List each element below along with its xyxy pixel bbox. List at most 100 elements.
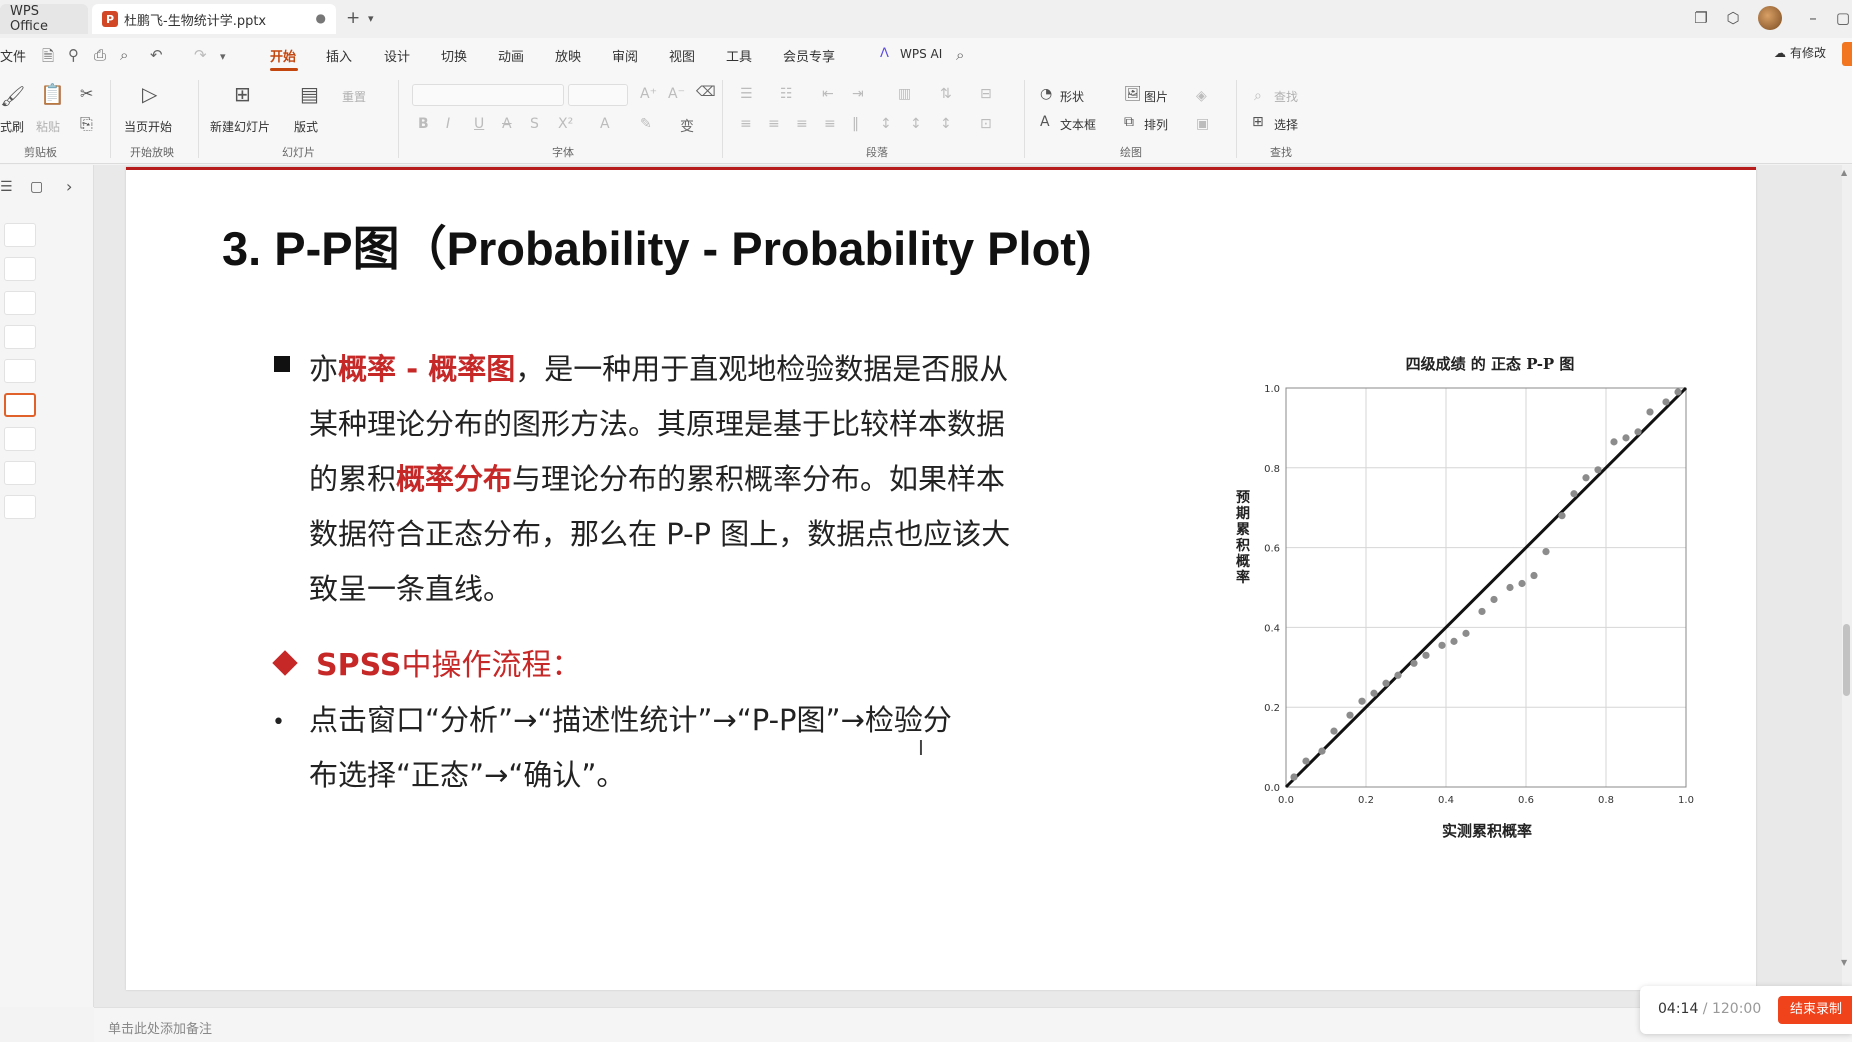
bullet-list-icon[interactable]: ☰ bbox=[740, 86, 753, 102]
menu-tab-slideshow[interactable]: 放映 bbox=[555, 46, 581, 65]
distribute-icon[interactable]: ‖ bbox=[852, 116, 859, 132]
tab-document[interactable]: P 杜鹏飞-生物统计学.pptx ● bbox=[92, 4, 336, 34]
align-left-icon[interactable]: ≡ bbox=[740, 116, 752, 132]
slide-thumbnail[interactable] bbox=[4, 325, 36, 349]
cut-icon[interactable]: ✂ bbox=[80, 84, 93, 103]
menu-file[interactable]: 文件 bbox=[0, 46, 26, 65]
slide-thumbnail-selected[interactable] bbox=[4, 393, 36, 417]
modify-status-button[interactable]: ☁ 有修改 bbox=[1774, 44, 1826, 61]
slide-thumbnail[interactable] bbox=[4, 427, 36, 451]
slide-thumbnail[interactable] bbox=[4, 291, 36, 315]
character-spacing-icon[interactable]: 变 bbox=[680, 116, 694, 136]
arrange-button[interactable]: 排列 bbox=[1144, 116, 1168, 133]
shadow-icon[interactable]: S bbox=[530, 116, 539, 132]
numbered-list-icon[interactable]: ☷ bbox=[780, 86, 793, 102]
slides-view-icon[interactable]: ▢ bbox=[30, 179, 43, 195]
scroll-down-icon[interactable]: ▼ bbox=[1841, 958, 1847, 967]
slide-thumbnail[interactable] bbox=[4, 461, 36, 485]
menu-tab-tools[interactable]: 工具 bbox=[726, 46, 752, 65]
slide-thumbnail[interactable] bbox=[4, 257, 36, 281]
increase-indent-icon[interactable]: ⇥ bbox=[852, 86, 864, 102]
spss-steps-text[interactable]: 点击窗口“分析”→“描述性统计”→“P-P图”→检验分布选择“正态”→“确认”。 bbox=[309, 693, 959, 803]
vertical-scrollbar[interactable] bbox=[1842, 165, 1852, 1007]
menu-tab-design[interactable]: 设计 bbox=[384, 46, 410, 65]
layout-button[interactable]: 版式 bbox=[294, 118, 318, 135]
cube-icon[interactable]: ⬡ bbox=[1720, 6, 1746, 30]
print-preview-icon[interactable]: ⌕ bbox=[120, 46, 128, 64]
menu-tab-animation[interactable]: 动画 bbox=[498, 46, 524, 65]
slide-title[interactable]: 3. P-P图（Probability - Probability Plot) bbox=[222, 210, 1092, 279]
picture-button[interactable]: 图片 bbox=[1144, 88, 1168, 105]
select-button[interactable]: 选择 bbox=[1274, 116, 1298, 133]
slide-thumbnail[interactable] bbox=[4, 223, 36, 247]
slide-canvas[interactable]: 3. P-P图（Probability - Probability Plot) … bbox=[126, 167, 1756, 990]
shrink-font-icon[interactable]: A⁻ bbox=[668, 86, 685, 102]
share-button[interactable] bbox=[1842, 42, 1852, 66]
grow-font-icon[interactable]: A⁺ bbox=[640, 86, 657, 102]
menu-tab-member[interactable]: 会员专享 bbox=[783, 46, 835, 65]
search-icon[interactable]: ⌕ bbox=[956, 46, 964, 64]
fill-icon[interactable]: ◈ bbox=[1196, 88, 1207, 104]
collapse-panel-icon[interactable]: › bbox=[66, 177, 72, 196]
save-icon[interactable]: 🗎 bbox=[42, 46, 54, 71]
key-icon[interactable]: ⚲ bbox=[68, 46, 79, 64]
font-family-select[interactable] bbox=[412, 84, 564, 106]
paste-button[interactable]: 粘贴 bbox=[36, 118, 60, 135]
scrollbar-thumb[interactable] bbox=[1843, 624, 1850, 696]
tab-wps-home[interactable]: WPS Office bbox=[0, 4, 88, 34]
slide-thumbnail[interactable] bbox=[4, 359, 36, 383]
find-button[interactable]: 查找 bbox=[1274, 88, 1298, 105]
undo-icon[interactable]: ↶ bbox=[150, 46, 163, 64]
italic-icon[interactable]: I bbox=[446, 116, 450, 132]
tab-list-chevron-icon[interactable]: ▾ bbox=[368, 12, 374, 25]
line-spacing-icon[interactable]: ↕ bbox=[880, 116, 892, 132]
superscript-icon[interactable]: X² bbox=[558, 116, 573, 132]
outline-view-icon[interactable]: ☰ bbox=[0, 179, 13, 195]
highlight-icon[interactable]: ✎ bbox=[640, 116, 652, 132]
menu-tab-review[interactable]: 审阅 bbox=[612, 46, 638, 65]
play-from-current-button[interactable]: 当页开始 bbox=[124, 118, 172, 135]
paragraph-spacing-icon[interactable]: ↕ bbox=[910, 116, 922, 132]
tab-unsaved-dot[interactable]: ● bbox=[316, 11, 326, 25]
notes-pane[interactable]: 单击此处添加备注 bbox=[94, 1007, 1852, 1042]
underline-icon[interactable]: U bbox=[474, 116, 484, 132]
font-size-select[interactable] bbox=[568, 84, 628, 106]
menu-wps-ai[interactable]: WPS AI bbox=[900, 47, 942, 61]
text-box-align-icon[interactable]: ⊡ bbox=[980, 116, 992, 132]
redo-icon[interactable]: ↷ bbox=[194, 46, 207, 64]
clear-format-icon[interactable]: ⌫ bbox=[696, 84, 716, 100]
reset-button[interactable]: 重置 bbox=[342, 88, 366, 105]
columns-icon[interactable]: ▥ bbox=[898, 86, 911, 102]
menu-tab-transition[interactable]: 切换 bbox=[441, 46, 467, 65]
copy-icon[interactable]: ⎘ bbox=[80, 114, 93, 134]
definition-paragraph[interactable]: 亦概率 - 概率图，是一种用于直观地检验数据是否服从某种理论分布的图形方法。其原… bbox=[309, 342, 1014, 617]
pp-plot-chart[interactable]: 四级成绩 的 正态 P-P 图 0.0 0.2 0.4 0.6 0.8 1.0 0.0 0.… bbox=[1086, 170, 1736, 993]
menu-tab-home[interactable]: 开始 bbox=[270, 46, 296, 65]
text-direction-icon[interactable]: ⇅ bbox=[940, 86, 952, 102]
scroll-up-icon[interactable]: ▲ bbox=[1841, 168, 1847, 177]
new-slide-button[interactable]: 新建幻灯片 bbox=[210, 118, 270, 135]
quick-access-chevron-icon[interactable]: ▾ bbox=[220, 50, 226, 63]
align-center-icon[interactable]: ≡ bbox=[768, 116, 780, 132]
menu-tab-insert[interactable]: 插入 bbox=[326, 46, 352, 65]
format-painter-button[interactable]: 式刷 bbox=[0, 118, 24, 135]
outline-icon[interactable]: ▣ bbox=[1196, 116, 1209, 132]
stop-recording-button[interactable]: 结束录制 bbox=[1778, 996, 1852, 1024]
spss-heading[interactable]: SPSS中操作流程： bbox=[316, 640, 581, 684]
print-icon[interactable]: ⎙ bbox=[94, 46, 106, 64]
maximize-button[interactable]: ▢ bbox=[1830, 6, 1852, 30]
minimize-button[interactable]: – bbox=[1800, 6, 1826, 30]
menu-tab-view[interactable]: 视图 bbox=[669, 46, 695, 65]
vertical-align-icon[interactable]: ↕ bbox=[940, 116, 952, 132]
slide-thumbnail[interactable] bbox=[4, 495, 36, 519]
decrease-indent-icon[interactable]: ⇤ bbox=[822, 86, 834, 102]
new-tab-button[interactable]: + bbox=[346, 8, 360, 28]
user-avatar[interactable] bbox=[1758, 6, 1782, 30]
textbox-button[interactable]: 文本框 bbox=[1060, 116, 1096, 133]
bold-icon[interactable]: B bbox=[418, 116, 429, 132]
strikethrough-icon[interactable]: A bbox=[502, 116, 512, 132]
convert-smartart-icon[interactable]: ⊟ bbox=[980, 86, 992, 102]
justify-icon[interactable]: ≡ bbox=[824, 116, 836, 132]
window-layout-icon[interactable]: ❐ bbox=[1688, 6, 1714, 30]
font-color-icon[interactable]: A bbox=[600, 116, 610, 132]
